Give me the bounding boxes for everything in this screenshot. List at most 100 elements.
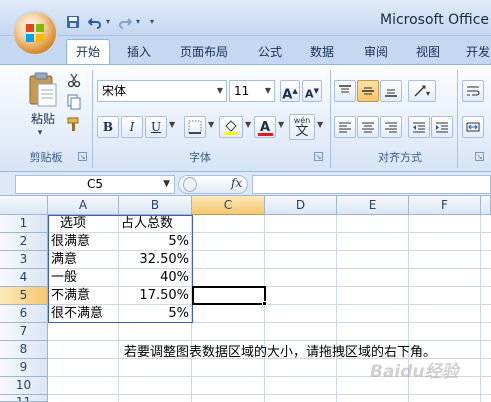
row-header-11[interactable]: 11 bbox=[0, 395, 48, 402]
formula-bar-resize-icon[interactable] bbox=[183, 177, 197, 192]
row-header-2[interactable]: 2 bbox=[0, 233, 48, 251]
tab-developer[interactable]: 开发 bbox=[462, 42, 491, 62]
font-name-value: 宋体 bbox=[102, 84, 127, 98]
increase-indent-button[interactable] bbox=[431, 116, 453, 138]
column-header-c[interactable]: C bbox=[192, 196, 265, 215]
gridline bbox=[336, 215, 337, 402]
redo-dropdown-icon[interactable]: ▾ bbox=[134, 15, 142, 29]
insert-function-button[interactable]: fx bbox=[231, 176, 242, 190]
paste-button[interactable]: 粘贴 bbox=[26, 110, 60, 126]
cut-icon[interactable] bbox=[66, 72, 82, 88]
grow-font-label: A bbox=[282, 87, 293, 103]
font-name-dropdown-icon[interactable]: ▼ bbox=[214, 81, 226, 101]
office-button[interactable] bbox=[14, 12, 56, 54]
redo-icon[interactable] bbox=[118, 15, 132, 29]
row-header-4[interactable]: 4 bbox=[0, 269, 48, 287]
name-box-dropdown-icon[interactable]: ▼ bbox=[163, 176, 170, 193]
align-bottom-button[interactable] bbox=[380, 80, 402, 102]
column-header-e[interactable]: E bbox=[337, 196, 409, 215]
wrap-text-button[interactable] bbox=[462, 80, 484, 102]
paste-icon[interactable] bbox=[26, 72, 60, 108]
column-header-a[interactable]: A bbox=[48, 196, 119, 215]
copy-icon[interactable] bbox=[66, 94, 82, 110]
row-header-1[interactable]: 1 bbox=[0, 215, 48, 233]
font-name-select[interactable]: 宋体 ▼ bbox=[97, 80, 227, 102]
shrink-font-button[interactable]: A▼ bbox=[302, 80, 322, 102]
border-dropdown-icon[interactable]: ▼ bbox=[208, 120, 216, 129]
font-color-dropdown-icon[interactable]: ▼ bbox=[278, 120, 286, 129]
formula-bar-controls: fx bbox=[178, 175, 248, 194]
gridline bbox=[480, 215, 481, 402]
paste-dropdown-icon[interactable]: ▾ bbox=[30, 128, 50, 138]
font-size-dropdown-icon[interactable]: ▼ bbox=[262, 81, 274, 101]
tab-page-layout[interactable]: 页面布局 bbox=[176, 42, 232, 62]
align-left-button[interactable] bbox=[334, 116, 356, 138]
tab-home[interactable]: 开始 bbox=[66, 39, 110, 64]
select-all-corner[interactable] bbox=[0, 196, 48, 215]
tab-insert[interactable]: 插入 bbox=[123, 42, 155, 62]
column-header-b[interactable]: B bbox=[119, 196, 192, 215]
customize-qat-icon[interactable]: ▾ bbox=[146, 15, 158, 29]
decrease-indent-button[interactable] bbox=[408, 116, 430, 138]
border-button[interactable] bbox=[184, 116, 206, 138]
align-top-button[interactable] bbox=[334, 80, 356, 102]
increase-indent-icon bbox=[436, 122, 448, 133]
clipboard-dialog-launcher-icon[interactable]: ↘ bbox=[78, 152, 87, 161]
fill-color-dropdown-icon[interactable]: ▼ bbox=[245, 120, 253, 129]
fill-color-button[interactable] bbox=[219, 116, 243, 138]
grow-font-button[interactable]: A▲ bbox=[280, 80, 300, 102]
align-center-icon bbox=[362, 122, 374, 133]
undo-dropdown-icon[interactable]: ▾ bbox=[104, 15, 112, 29]
phonetic-guide-button[interactable]: wén 文 bbox=[289, 114, 315, 140]
formula-input[interactable] bbox=[252, 175, 491, 194]
chart-data-range-outline[interactable] bbox=[48, 215, 193, 323]
underline-button[interactable]: U bbox=[145, 116, 167, 138]
font-size-value: 11 bbox=[234, 84, 250, 98]
bold-button[interactable]: B bbox=[97, 116, 119, 138]
row-header-3[interactable]: 3 bbox=[0, 251, 48, 269]
row-header-9[interactable]: 9 bbox=[0, 359, 48, 377]
orientation-button[interactable]: ▾ bbox=[408, 80, 436, 102]
tab-view[interactable]: 视图 bbox=[412, 42, 444, 62]
tab-formulas[interactable]: 公式 bbox=[254, 42, 286, 62]
alignment-dialog-launcher-icon[interactable]: ↘ bbox=[475, 152, 484, 161]
window-title: Microsoft Office W bbox=[380, 12, 491, 28]
active-cell-c5[interactable] bbox=[192, 286, 266, 305]
phonetic-char: 文 bbox=[295, 124, 309, 139]
fill-bucket-icon bbox=[224, 120, 238, 135]
row-header-6[interactable]: 6 bbox=[0, 305, 48, 323]
phonetic-dropdown-icon[interactable]: ▼ bbox=[317, 120, 325, 129]
undo-icon[interactable] bbox=[88, 15, 102, 29]
font-color-button[interactable]: A bbox=[254, 116, 276, 138]
merge-center-button[interactable] bbox=[462, 116, 484, 138]
column-header-d[interactable]: D bbox=[265, 196, 337, 215]
font-color-swatch bbox=[258, 133, 273, 136]
wrap-text-icon bbox=[467, 86, 480, 96]
align-middle-icon bbox=[362, 87, 374, 95]
font-size-select[interactable]: 11 ▼ bbox=[229, 80, 275, 102]
column-header-f[interactable]: F bbox=[409, 196, 481, 215]
name-box[interactable]: C5 ▼ bbox=[15, 175, 175, 194]
column-header-g[interactable] bbox=[481, 196, 491, 215]
align-right-button[interactable] bbox=[380, 116, 402, 138]
align-center-button[interactable] bbox=[357, 116, 379, 138]
gridline bbox=[264, 215, 265, 402]
row-header-8[interactable]: 8 bbox=[0, 341, 48, 359]
fill-handle[interactable] bbox=[262, 301, 267, 306]
row-header-10[interactable]: 10 bbox=[0, 377, 48, 395]
decrease-indent-icon bbox=[413, 122, 425, 133]
row-header-5[interactable]: 5 bbox=[0, 287, 48, 305]
align-middle-button[interactable] bbox=[357, 80, 379, 102]
tab-data[interactable]: 数据 bbox=[306, 42, 338, 62]
align-right-icon bbox=[385, 122, 397, 133]
format-painter-icon[interactable] bbox=[66, 116, 82, 132]
group-separator bbox=[457, 70, 458, 168]
group-separator bbox=[92, 70, 93, 168]
group-separator bbox=[330, 70, 331, 168]
save-icon[interactable] bbox=[66, 15, 80, 29]
underline-dropdown-icon[interactable]: ▼ bbox=[169, 120, 177, 129]
italic-button[interactable]: I bbox=[121, 116, 143, 138]
tab-review[interactable]: 审阅 bbox=[360, 42, 392, 62]
row-header-7[interactable]: 7 bbox=[0, 323, 48, 341]
font-dialog-launcher-icon[interactable]: ↘ bbox=[314, 152, 323, 161]
